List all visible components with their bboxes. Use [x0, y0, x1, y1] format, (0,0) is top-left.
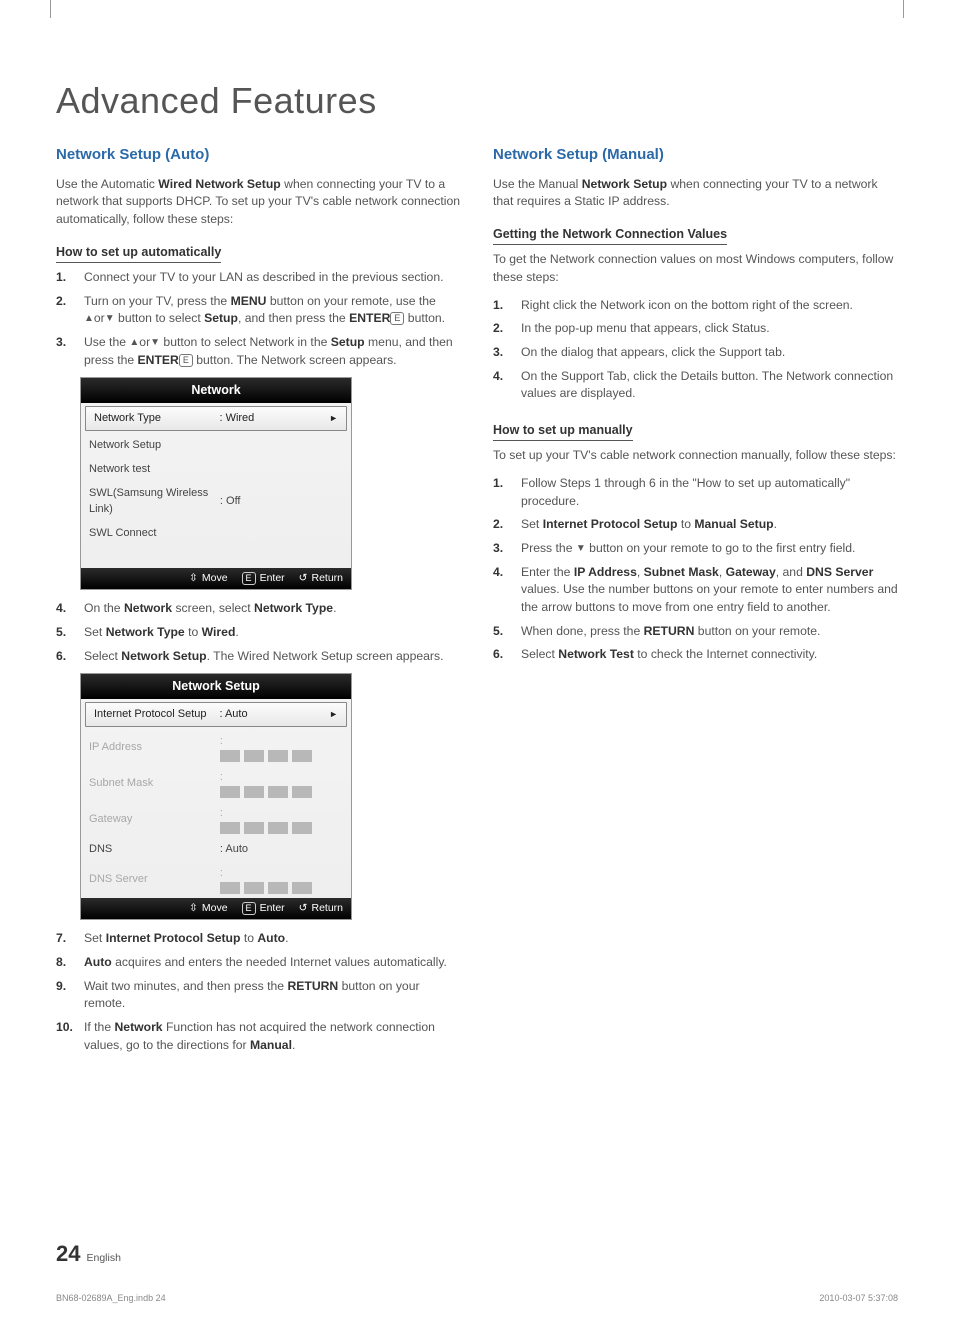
enter-icon: E: [242, 572, 256, 585]
left-steps-a: 1.Connect your TV to your LAN as describ…: [56, 269, 461, 369]
right-sub1: Getting the Network Connection Values: [493, 225, 727, 245]
menu-row: Internet Protocol Setup: Auto►: [85, 702, 347, 728]
menu-title: Network: [81, 378, 351, 402]
step-item: 3.Press the ▼ button on your remote to g…: [493, 540, 898, 558]
chevron-right-icon: ►: [324, 708, 338, 721]
document-footer: BN68-02689A_Eng.indb 24 2010-03-07 5:37:…: [56, 1293, 898, 1303]
right-steps-b: 1.Follow Steps 1 through 6 in the "How t…: [493, 475, 898, 664]
menu-row: Subnet Mask:: [81, 766, 351, 802]
right-heading: Network Setup (Manual): [493, 144, 898, 166]
step-item: 5.Set Network Type to Wired.: [56, 624, 461, 642]
enter-icon: E: [179, 354, 193, 367]
menu-row: IP Address:: [81, 730, 351, 766]
step-item: 1.Connect your TV to your LAN as describ…: [56, 269, 461, 287]
step-item: 1.Follow Steps 1 through 6 in the "How t…: [493, 475, 898, 510]
enter-icon: E: [242, 902, 256, 915]
step-item: 3.On the dialog that appears, click the …: [493, 344, 898, 362]
chevron-right-icon: ►: [324, 412, 338, 425]
doc-id: BN68-02689A_Eng.indb 24: [56, 1293, 166, 1303]
step-item: 7.Set Internet Protocol Setup to Auto.: [56, 930, 461, 948]
right-intro: Use the Manual Network Setup when connec…: [493, 176, 898, 211]
page-language: English: [86, 1252, 120, 1264]
step-item: 4.On the Support Tab, click the Details …: [493, 368, 898, 403]
enter-icon: E: [390, 312, 404, 325]
right-sub2-intro: To set up your TV's cable network connec…: [493, 447, 898, 465]
network-menu: Network Network Type: Wired►Network Setup…: [80, 377, 352, 590]
step-item: 5.When done, press the RETURN button on …: [493, 623, 898, 641]
step-item: 2.In the pop-up menu that appears, click…: [493, 320, 898, 338]
menu-footer: ⇳MoveEEnter↺Return: [81, 568, 351, 589]
page-title: Advanced Features: [56, 80, 898, 122]
right-steps-a: 1.Right click the Network icon on the bo…: [493, 297, 898, 403]
right-column: Network Setup (Manual) Use the Manual Ne…: [493, 140, 898, 1061]
left-sub1: How to set up automatically: [56, 243, 221, 263]
left-heading: Network Setup (Auto): [56, 144, 461, 166]
menu-row: Network test: [81, 458, 351, 482]
two-column-layout: Network Setup (Auto) Use the Automatic W…: [56, 140, 898, 1061]
menu-row: Gateway:: [81, 802, 351, 838]
left-column: Network Setup (Auto) Use the Automatic W…: [56, 140, 461, 1061]
menu-row: DNS: Auto: [81, 838, 351, 862]
step-item: 6.Select Network Setup. The Wired Networ…: [56, 648, 461, 666]
menu-row: DNS Server:: [81, 862, 351, 898]
page-footer: 24 English: [56, 1241, 121, 1267]
right-sub2: How to set up manually: [493, 421, 633, 441]
step-item: 2.Set Internet Protocol Setup to Manual …: [493, 516, 898, 534]
menu-row: SWL(Samsung Wireless Link): Off: [81, 482, 351, 522]
updown-icon: ⇳: [189, 571, 198, 586]
left-intro: Use the Automatic Wired Network Setup wh…: [56, 176, 461, 229]
step-item: 4.Enter the IP Address, Subnet Mask, Gat…: [493, 564, 898, 617]
step-item: 6.Select Network Test to check the Inter…: [493, 646, 898, 664]
step-item: 8.Auto acquires and enters the needed In…: [56, 954, 461, 972]
right-sub1-intro: To get the Network connection values on …: [493, 251, 898, 286]
return-icon: ↺: [299, 571, 308, 586]
menu-row: Network Type: Wired►: [85, 406, 347, 432]
step-item: 4.On the Network screen, select Network …: [56, 600, 461, 618]
network-setup-menu: Network Setup Internet Protocol Setup: Au…: [80, 673, 352, 920]
step-item: 10.If the Network Function has not acqui…: [56, 1019, 461, 1054]
menu-row: SWL Connect: [81, 522, 351, 546]
left-steps-c: 7.Set Internet Protocol Setup to Auto. 8.…: [56, 930, 461, 1054]
menu-title: Network Setup: [81, 674, 351, 698]
step-item: 1.Right click the Network icon on the bo…: [493, 297, 898, 315]
menu-footer: ⇳MoveEEnter↺Return: [81, 898, 351, 919]
menu-row: Network Setup: [81, 434, 351, 458]
step-item: 2.Turn on your TV, press the MENU button…: [56, 293, 461, 328]
doc-timestamp: 2010-03-07 5:37:08: [819, 1293, 898, 1303]
step-item: 3.Use the ▲or▼ button to select Network …: [56, 334, 461, 369]
left-steps-b: 4.On the Network screen, select Network …: [56, 600, 461, 665]
step-item: 9.Wait two minutes, and then press the R…: [56, 978, 461, 1013]
return-icon: ↺: [299, 901, 308, 916]
updown-icon: ⇳: [189, 901, 198, 916]
page-number: 24: [56, 1241, 80, 1267]
